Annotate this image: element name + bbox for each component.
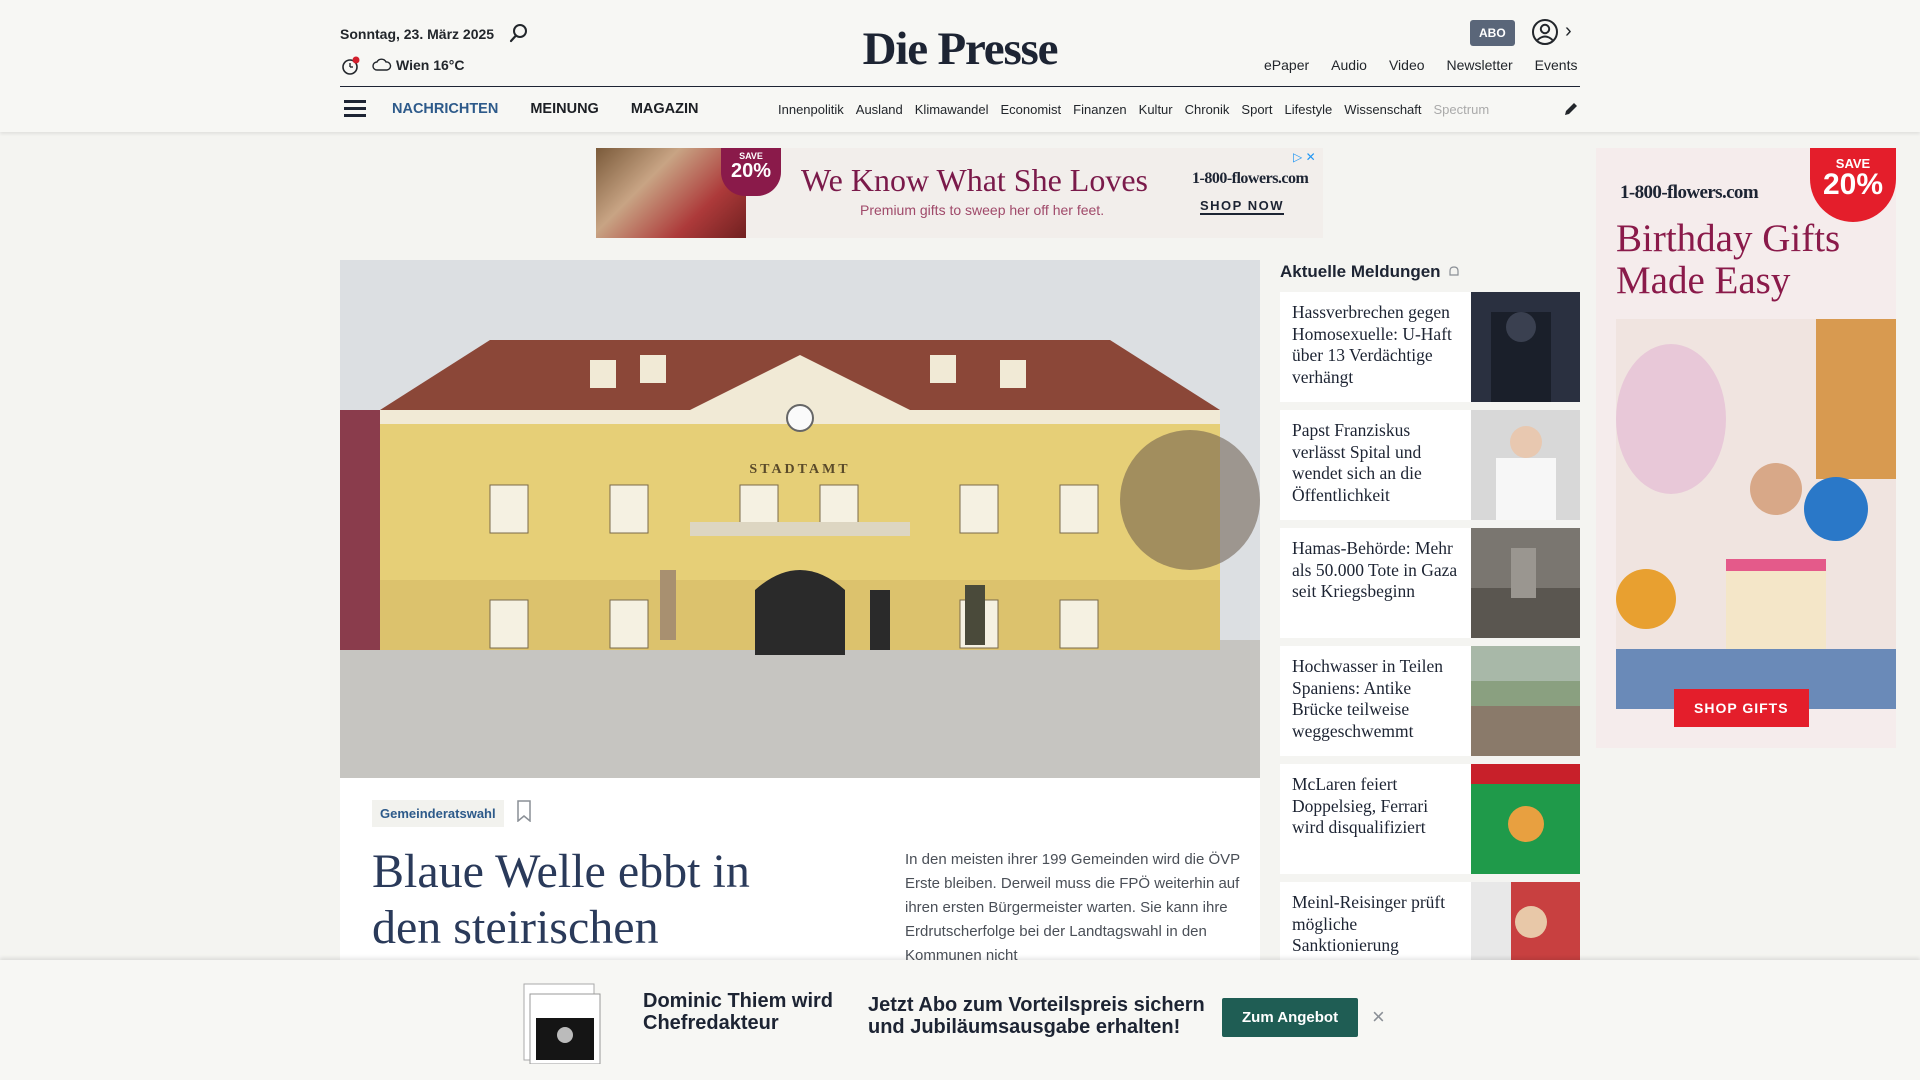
nav-nachrichten[interactable]: NACHRICHTEN xyxy=(392,101,498,117)
nav-innenpolitik[interactable]: Innenpolitik xyxy=(778,102,844,117)
newspaper-image xyxy=(523,983,601,1064)
nav-lifestyle[interactable]: Lifestyle xyxy=(1285,102,1333,117)
news-item-title: Hochwasser in Teilen Spaniens: Antike Br… xyxy=(1292,656,1444,741)
link-audio[interactable]: Audio xyxy=(1331,57,1367,73)
site-logo[interactable]: Die Presse xyxy=(0,22,1920,76)
menu-icon[interactable] xyxy=(344,100,366,118)
promo-title: Dominic Thiem wird Chefredakteur xyxy=(643,990,834,1034)
news-thumbnail xyxy=(1471,764,1580,874)
main-nav: NACHRICHTEN MEINUNG MAGAZIN xyxy=(392,101,699,117)
news-item[interactable]: Hassverbrechen gegen Homosexuelle: U-Haf… xyxy=(1280,292,1580,402)
ad-save-badge: SAVE 20% xyxy=(721,148,781,196)
nav-wissenschaft[interactable]: Wissenschaft xyxy=(1344,102,1421,117)
banner-ad[interactable]: SAVE 20% We Know What She Loves Premium … xyxy=(596,148,1323,238)
news-list-title: Aktuelle Meldungen xyxy=(1280,262,1461,282)
nav-klimawandel[interactable]: Klimawandel xyxy=(915,102,989,117)
hero-sign: STADTAMT xyxy=(749,462,850,477)
news-item-title: Hassverbrechen gegen Homosexuelle: U-Haf… xyxy=(1292,302,1452,387)
news-list-heading: Aktuelle Meldungen xyxy=(1280,262,1441,281)
site-header: Sonntag, 23. März 2025 Wien 16°C Die Pre… xyxy=(0,0,1920,132)
close-icon[interactable]: × xyxy=(1372,1004,1385,1030)
nav-meinung[interactable]: MEINUNG xyxy=(530,101,598,117)
side-badge-percent: 20% xyxy=(1822,168,1884,201)
link-events[interactable]: Events xyxy=(1535,57,1578,73)
news-thumbnail xyxy=(1471,528,1580,638)
news-item[interactable]: Hamas-Behörde: Mehr als 50.000 Tote in G… xyxy=(1280,528,1580,638)
nav-sport[interactable]: Sport xyxy=(1241,102,1272,117)
nav-economist[interactable]: Economist xyxy=(1000,102,1061,117)
side-ad[interactable]: 1-800-flowers.com SAVE 20% Birthday Gift… xyxy=(1596,148,1896,748)
side-ad-save-badge: SAVE 20% xyxy=(1810,148,1896,222)
news-item[interactable]: McLaren feiert Doppelsieg, Ferrari wird … xyxy=(1280,764,1580,874)
ad-shop-now-button[interactable]: SHOP NOW xyxy=(1200,198,1284,215)
news-item[interactable]: Hochwasser in Teilen Spaniens: Antike Br… xyxy=(1280,646,1580,756)
nav-magazin[interactable]: MAGAZIN xyxy=(631,101,699,117)
ad-subline: Premium gifts to sweep her off her feet. xyxy=(860,202,1105,218)
nav-chronik[interactable]: Chronik xyxy=(1185,102,1230,117)
side-ad-photo xyxy=(1616,319,1896,709)
nav-ausland[interactable]: Ausland xyxy=(856,102,903,117)
bell-icon xyxy=(1448,266,1459,276)
user-icon[interactable] xyxy=(1531,18,1559,46)
article-headline[interactable]: Blaue Welle ebbt in den steirischen xyxy=(372,844,812,956)
ad-headline: We Know What She Loves xyxy=(801,162,1148,198)
article-tag[interactable]: Gemeinderatswahl xyxy=(372,800,504,827)
lead-article[interactable]: Gemeinderatswahl Blaue Welle ebbt in den… xyxy=(340,778,1260,988)
shop-gifts-button[interactable]: SHOP GIFTS xyxy=(1674,689,1809,727)
nav-kultur[interactable]: Kultur xyxy=(1139,102,1173,117)
promo-text: Jetzt Abo zum Vorteilspreis sichern und … xyxy=(868,994,1205,1038)
ad-brand-logo: 1-800-flowers.com xyxy=(1192,170,1309,187)
bookmark-icon[interactable] xyxy=(516,800,532,822)
header-divider xyxy=(340,86,1580,87)
news-item-title: Papst Franziskus verlässt Spital und wen… xyxy=(1292,420,1422,505)
ad-choices-icon[interactable]: ▷ ✕ xyxy=(1293,150,1316,164)
link-newsletter[interactable]: Newsletter xyxy=(1447,57,1513,73)
ad-badge-percent: 20% xyxy=(730,160,772,182)
nav-spectrum[interactable]: Spectrum xyxy=(1434,102,1490,117)
link-video[interactable]: Video xyxy=(1389,57,1425,73)
hero-image[interactable]: STADTAMT xyxy=(340,260,1260,778)
news-item-title: Hamas-Behörde: Mehr als 50.000 Tote in G… xyxy=(1292,538,1458,601)
subscription-promo-bar: Dominic Thiem wird Chefredakteur Jetzt A… xyxy=(0,960,1920,1080)
link-epaper[interactable]: ePaper xyxy=(1264,57,1309,73)
chevron-right-icon[interactable]: › xyxy=(1565,20,1572,43)
article-teaser: In den meisten ihrer 199 Gemeinden wird … xyxy=(905,851,1240,964)
news-item-title: McLaren feiert Doppelsieg, Ferrari wird … xyxy=(1292,774,1429,837)
ad-photo: SAVE 20% xyxy=(596,148,781,238)
abo-button[interactable]: ABO xyxy=(1470,20,1515,46)
nav-finanzen[interactable]: Finanzen xyxy=(1073,102,1126,117)
pencil-icon[interactable] xyxy=(1562,100,1580,118)
news-thumbnail xyxy=(1471,410,1580,520)
news-item[interactable]: Papst Franziskus verlässt Spital und wen… xyxy=(1280,410,1580,520)
side-ad-title: Birthday Gifts Made Easy xyxy=(1616,217,1841,302)
top-links: ePaper Audio Video Newsletter Events xyxy=(1264,57,1577,73)
news-thumbnail xyxy=(1471,292,1580,402)
side-ad-brand: 1-800-flowers.com xyxy=(1620,182,1759,203)
news-thumbnail xyxy=(1471,646,1580,756)
zum-angebot-button[interactable]: Zum Angebot xyxy=(1222,998,1359,1037)
section-nav: Innenpolitik Ausland Klimawandel Economi… xyxy=(778,102,1540,117)
